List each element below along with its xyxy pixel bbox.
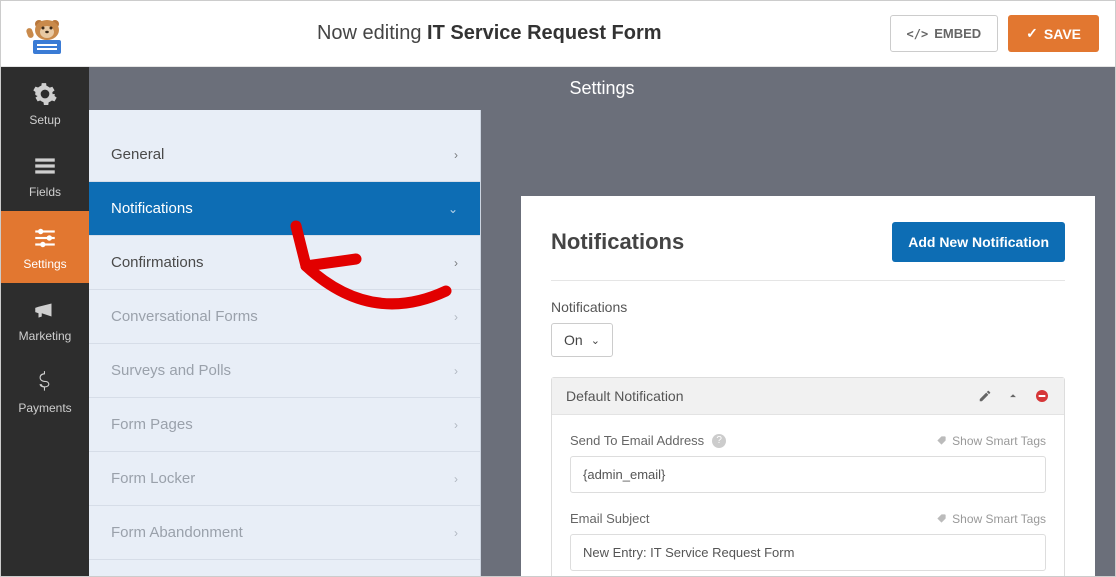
sub-item-general[interactable]: General › [89, 128, 480, 182]
top-bar: Now editing IT Service Request Form EMBE… [1, 1, 1115, 67]
help-icon[interactable]: ? [712, 434, 726, 448]
main-area: Notifications Add New Notification Notif… [481, 110, 1115, 576]
smart-tags-link[interactable]: Show Smart Tags [936, 512, 1046, 526]
embed-button[interactable]: EMBED [890, 15, 999, 52]
panel-heading: Notifications [551, 229, 684, 255]
notifications-panel: Notifications Add New Notification Notif… [521, 196, 1095, 576]
chevron-right-icon: › [454, 418, 458, 432]
left-rail: Setup Fields Settings Marketing Payments [1, 67, 89, 576]
subject-label: Email Subject [570, 511, 649, 526]
settings-list: General › Notifications ⌄ Confirmations … [89, 110, 480, 560]
rail-item-payments[interactable]: Payments [1, 355, 89, 427]
check-icon [1026, 25, 1038, 42]
page-title: Now editing IT Service Request Form [89, 22, 890, 45]
chevron-right-icon: › [454, 472, 458, 486]
bear-logo-icon [21, 10, 69, 58]
gear-icon [32, 81, 58, 107]
notification-card: Default Notification S [551, 377, 1065, 576]
right-area: Settings General › Notifications ⌄ Confi… [89, 67, 1115, 576]
rail-item-settings[interactable]: Settings [1, 211, 89, 283]
subpanel-header: Settings [89, 67, 1115, 110]
sub-item-confirmations[interactable]: Confirmations › [89, 236, 480, 290]
tag-icon [936, 435, 947, 446]
chevron-right-icon: › [454, 364, 458, 378]
rail-item-marketing[interactable]: Marketing [1, 283, 89, 355]
delete-icon[interactable] [1034, 388, 1050, 404]
code-icon [907, 26, 929, 41]
send-to-input[interactable] [570, 456, 1046, 493]
chevron-down-icon: ⌄ [591, 334, 600, 347]
notification-card-header: Default Notification [552, 378, 1064, 415]
rail-item-fields[interactable]: Fields [1, 139, 89, 211]
sub-item-notifications[interactable]: Notifications ⌄ [89, 182, 480, 236]
sub-item-form-abandonment[interactable]: Form Abandonment › [89, 506, 480, 560]
notifications-toggle[interactable]: On ⌄ [551, 323, 613, 357]
settings-subpanel: General › Notifications ⌄ Confirmations … [89, 110, 481, 576]
toggle-label: Notifications [551, 299, 1065, 315]
editing-prefix: Now editing [317, 22, 427, 44]
chevron-up-icon[interactable] [1006, 389, 1020, 403]
list-icon [32, 153, 58, 179]
save-button[interactable]: SAVE [1008, 15, 1099, 52]
tag-icon [936, 513, 947, 524]
pencil-icon[interactable] [978, 389, 992, 403]
chevron-right-icon: › [454, 310, 458, 324]
dollar-icon [32, 369, 58, 395]
chevron-right-icon: › [454, 148, 458, 162]
app-logo [1, 10, 89, 58]
sub-item-form-locker[interactable]: Form Locker › [89, 452, 480, 506]
chevron-right-icon: › [454, 526, 458, 540]
add-notification-button[interactable]: Add New Notification [892, 222, 1065, 262]
chevron-down-icon: ⌄ [448, 202, 458, 216]
sliders-icon [32, 225, 58, 251]
sub-item-surveys-polls[interactable]: Surveys and Polls › [89, 344, 480, 398]
bullhorn-icon [32, 297, 58, 323]
sub-item-form-pages[interactable]: Form Pages › [89, 398, 480, 452]
rail-item-setup[interactable]: Setup [1, 67, 89, 139]
subject-input[interactable] [570, 534, 1046, 571]
main-body: Setup Fields Settings Marketing Payments… [1, 67, 1115, 576]
smart-tags-link[interactable]: Show Smart Tags [936, 434, 1046, 448]
sub-item-conversational-forms[interactable]: Conversational Forms › [89, 290, 480, 344]
chevron-right-icon: › [454, 256, 458, 270]
form-name: IT Service Request Form [427, 22, 662, 44]
send-to-label: Send To Email Address ? [570, 433, 726, 448]
